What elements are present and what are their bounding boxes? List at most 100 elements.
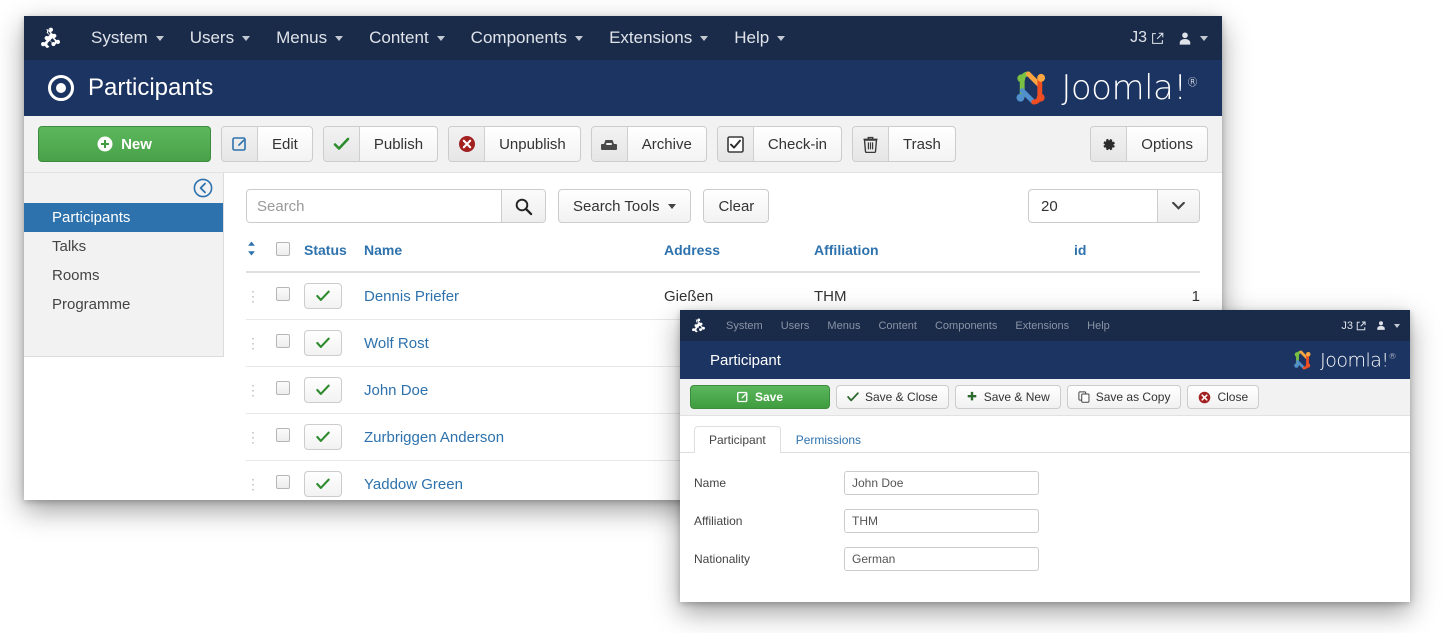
row-name-cell[interactable]: Dennis Priefer: [364, 272, 664, 320]
row-name-link[interactable]: Wolf Rost: [364, 335, 429, 352]
status-badge[interactable]: [304, 377, 342, 403]
row-checkbox-cell[interactable]: [276, 460, 304, 500]
row-checkbox[interactable]: [276, 475, 290, 489]
nav-item-content[interactable]: Content: [356, 28, 458, 48]
row-checkbox[interactable]: [276, 287, 290, 301]
row-drag-handle[interactable]: ⋮: [246, 366, 276, 414]
save-close-button[interactable]: Save & Close: [836, 385, 949, 409]
row-checkbox-cell[interactable]: [276, 413, 304, 461]
nav-item-components[interactable]: Components: [458, 28, 596, 48]
sidebar-item-rooms[interactable]: Rooms: [24, 261, 223, 290]
tab-participant[interactable]: Participant: [694, 426, 781, 453]
row-status-cell[interactable]: [304, 413, 364, 461]
row-status-cell[interactable]: [304, 460, 364, 500]
status-badge[interactable]: [304, 330, 342, 356]
site-preview-link[interactable]: J3: [1130, 29, 1164, 47]
row-name-link[interactable]: Yaddow Green: [364, 476, 463, 493]
column-ordering[interactable]: [246, 237, 276, 273]
user-menu-button[interactable]: [1178, 31, 1208, 46]
nav-item-help[interactable]: Help: [721, 28, 798, 48]
row-status-cell[interactable]: [304, 319, 364, 367]
search-tools-button[interactable]: Search Tools: [558, 189, 692, 223]
publish-button[interactable]: Publish: [322, 126, 439, 162]
status-badge[interactable]: [304, 283, 342, 309]
name-field[interactable]: [844, 471, 1039, 495]
nav-item-help[interactable]: Help: [1078, 320, 1119, 332]
row-checkbox-cell[interactable]: [276, 366, 304, 414]
options-button-label: Options: [1141, 135, 1193, 153]
column-id[interactable]: id: [1074, 237, 1200, 273]
unpublish-button[interactable]: Unpublish: [448, 126, 581, 162]
row-checkbox[interactable]: [276, 428, 290, 442]
checkin-button[interactable]: Check-in: [716, 126, 842, 162]
sidebar-collapse-button[interactable]: [24, 173, 223, 203]
row-name-link[interactable]: Dennis Priefer: [364, 288, 459, 305]
user-menu-button[interactable]: [1376, 320, 1400, 331]
row-name-link[interactable]: Zurbriggen Anderson: [364, 429, 504, 446]
clear-button[interactable]: Clear: [703, 189, 770, 223]
row-checkbox[interactable]: [276, 334, 290, 348]
trash-button[interactable]: Trash: [852, 126, 956, 162]
sidebar-item-programme[interactable]: Programme: [24, 290, 223, 319]
column-select-all[interactable]: [276, 237, 304, 273]
row-checkbox-cell[interactable]: [276, 272, 304, 320]
joomla-logo-icon[interactable]: [38, 27, 60, 49]
options-button[interactable]: Options: [1090, 126, 1208, 162]
column-affiliation[interactable]: Affiliation: [814, 237, 1074, 273]
column-status[interactable]: Status: [304, 237, 364, 273]
archive-button[interactable]: Archive: [590, 126, 707, 162]
row-drag-handle[interactable]: ⋮: [246, 460, 276, 500]
chevron-down-icon: [335, 35, 344, 41]
nav-item-extensions[interactable]: Extensions: [596, 28, 721, 48]
save-as-copy-button[interactable]: Save as Copy: [1066, 385, 1182, 409]
column-address[interactable]: Address: [664, 237, 814, 273]
save-new-button[interactable]: Save & New: [954, 385, 1061, 409]
edit-button[interactable]: Edit: [221, 126, 313, 162]
nav-item-system[interactable]: System: [78, 28, 177, 48]
nav-item-system[interactable]: System: [717, 320, 772, 332]
nationality-field[interactable]: [844, 547, 1039, 571]
row-checkbox[interactable]: [276, 381, 290, 395]
nav-item-content[interactable]: Content: [869, 320, 926, 332]
list-limit-select[interactable]: 20: [1028, 189, 1200, 223]
nav-item-menus[interactable]: Menus: [818, 320, 869, 332]
nav-item-components[interactable]: Components: [926, 320, 1006, 332]
nav-item-label: System: [91, 28, 148, 47]
site-preview-link[interactable]: J3: [1341, 320, 1366, 332]
row-name-cell[interactable]: Zurbriggen Anderson: [364, 413, 664, 461]
status-badge[interactable]: [304, 471, 342, 497]
status-badge[interactable]: [304, 424, 342, 450]
row-status-cell[interactable]: [304, 272, 364, 320]
row-drag-handle[interactable]: ⋮: [246, 413, 276, 461]
row-checkbox-cell[interactable]: [276, 319, 304, 367]
new-button[interactable]: New: [38, 126, 211, 162]
search-submit-button[interactable]: [501, 190, 545, 222]
joomla-logo-icon[interactable]: [690, 318, 705, 333]
trash-icon: [853, 127, 889, 161]
affiliation-field[interactable]: [844, 509, 1039, 533]
nav-item-users[interactable]: Users: [177, 28, 263, 48]
row-status-cell[interactable]: [304, 366, 364, 414]
close-button[interactable]: Close: [1187, 385, 1260, 409]
list-limit-value: 20: [1041, 197, 1058, 215]
chevron-down-icon[interactable]: [1157, 190, 1199, 222]
sidebar-item-talks[interactable]: Talks: [24, 232, 223, 261]
search-input[interactable]: [247, 190, 501, 222]
nav-item-extensions[interactable]: Extensions: [1006, 320, 1078, 332]
row-name-cell[interactable]: Wolf Rost: [364, 319, 664, 367]
nav-item-users[interactable]: Users: [772, 320, 819, 332]
row-drag-handle[interactable]: ⋮: [246, 272, 276, 320]
sidebar-item-participants[interactable]: Participants: [24, 203, 223, 232]
column-name[interactable]: Name: [364, 237, 664, 273]
row-drag-handle[interactable]: ⋮: [246, 319, 276, 367]
tab-permissions[interactable]: Permissions: [781, 426, 876, 453]
chevron-down-icon: [777, 35, 786, 41]
row-name-cell[interactable]: Yaddow Green: [364, 460, 664, 500]
row-name-link[interactable]: John Doe: [364, 382, 428, 399]
select-all-checkbox[interactable]: [276, 241, 290, 256]
search-box[interactable]: [246, 189, 546, 223]
nav-item-menus[interactable]: Menus: [263, 28, 356, 48]
save-button[interactable]: Save: [690, 385, 830, 409]
row-name-cell[interactable]: John Doe: [364, 366, 664, 414]
form-row-affiliation: Affiliation: [694, 509, 1396, 533]
